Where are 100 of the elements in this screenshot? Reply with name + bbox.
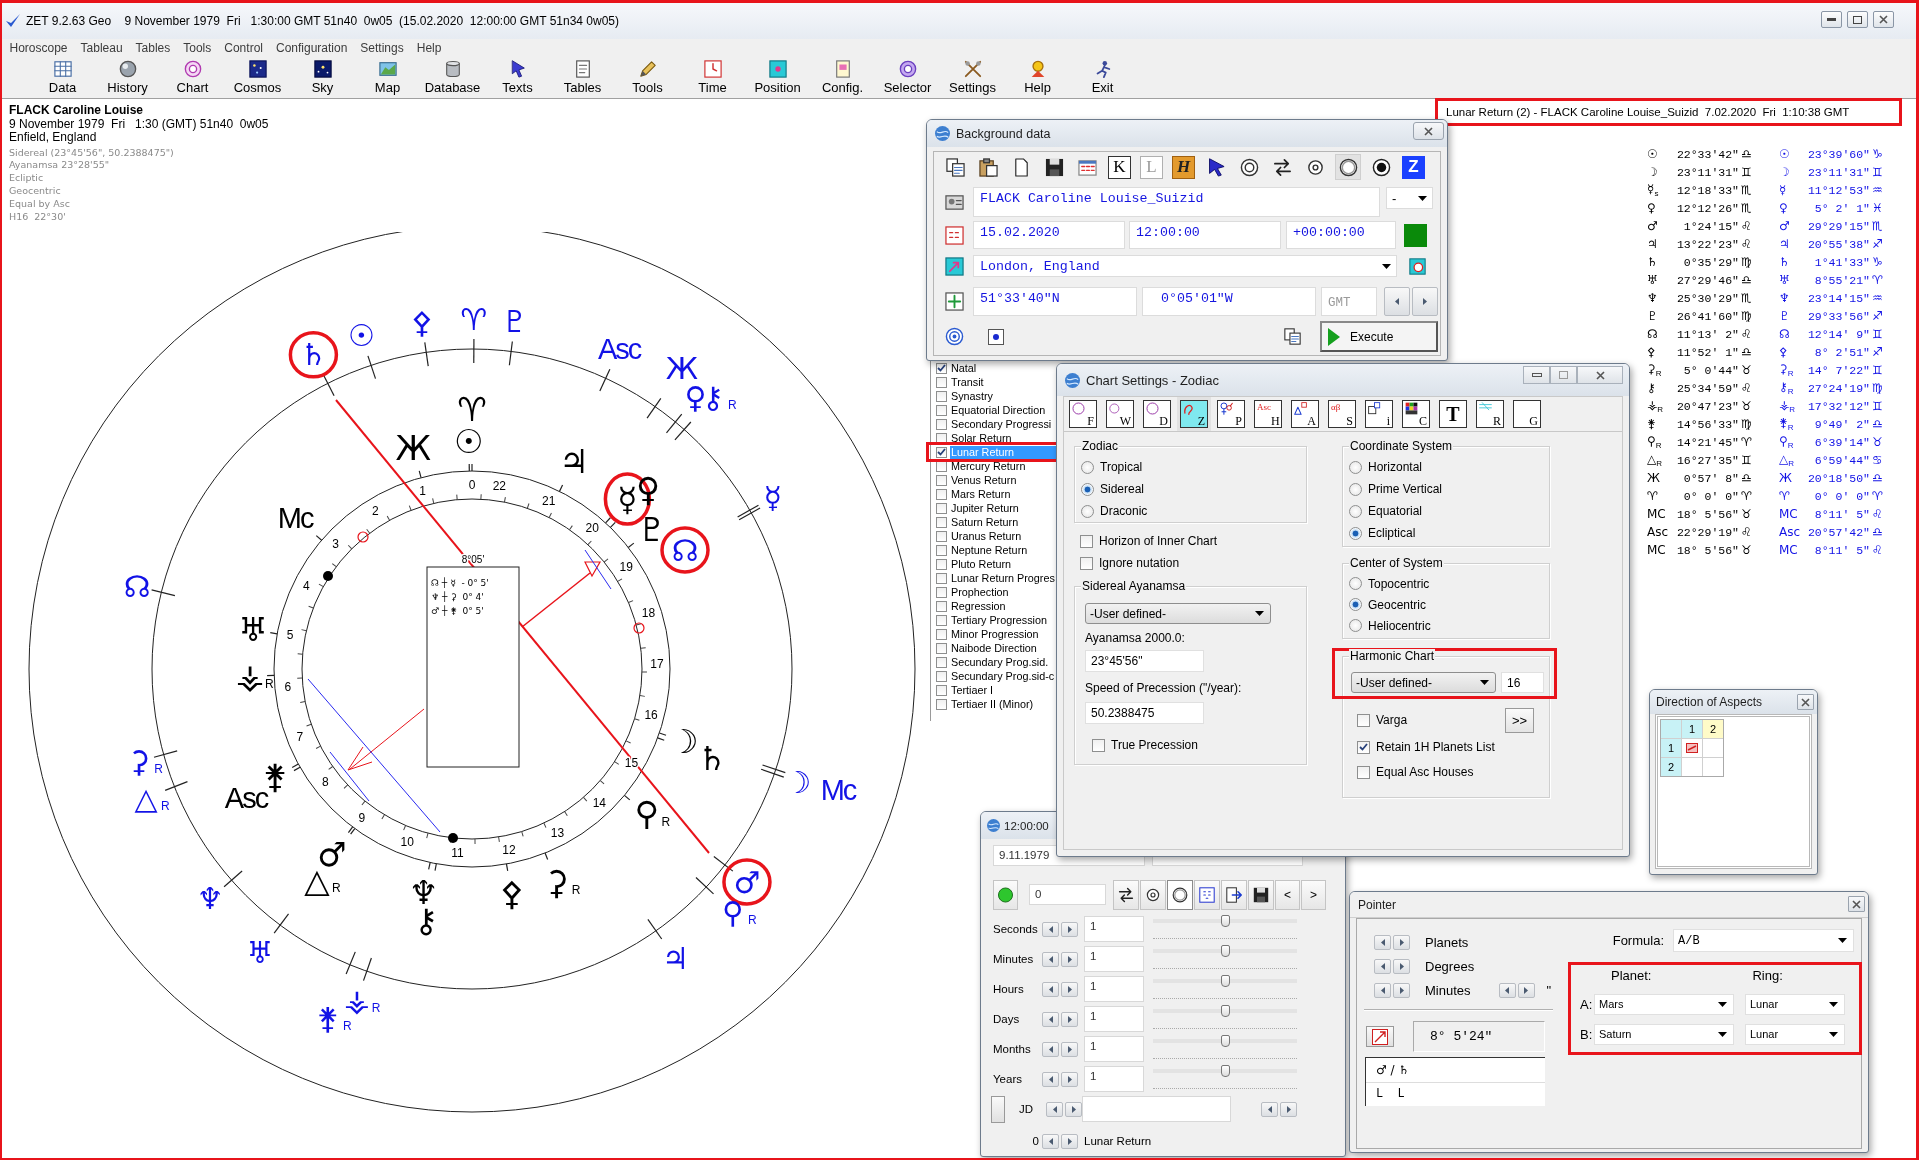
list-item[interactable]: Solar Return — [931, 431, 1058, 445]
execute-button[interactable]: Execute — [1320, 321, 1438, 352]
page-tab[interactable]: Asc H — [1254, 400, 1282, 428]
menu-item[interactable]: Horoscope — [3, 40, 75, 55]
page-tab[interactable]: Z — [1180, 400, 1208, 428]
checkbox[interactable] — [936, 544, 947, 556]
tool-button[interactable] — [1248, 879, 1274, 910]
page-tab[interactable]: A — [1291, 400, 1319, 428]
previous-button[interactable]: < — [1275, 879, 1300, 910]
step-back-button[interactable] — [1042, 1011, 1059, 1027]
radio-button[interactable] — [1349, 482, 1362, 496]
toolbar-button[interactable]: Config. — [810, 56, 875, 98]
checkbox[interactable] — [936, 502, 947, 514]
value-field[interactable]: 1 — [1084, 1066, 1144, 1092]
list-item[interactable]: Minor Progression — [931, 627, 1058, 641]
more-button[interactable]: >> — [1505, 707, 1534, 733]
list-item[interactable]: Regression — [931, 599, 1058, 613]
checkbox[interactable] — [936, 642, 947, 654]
value-field[interactable]: 1 — [1084, 916, 1144, 942]
tool-button[interactable] — [1221, 879, 1247, 910]
list-item[interactable]: Equatorial Direction — [931, 403, 1058, 417]
toolbar-button[interactable]: Settings — [940, 56, 1005, 98]
speed-field[interactable]: 50.2388475 — [1085, 702, 1204, 724]
input-field[interactable] — [1082, 1096, 1232, 1122]
formula-dropdown[interactable]: A/B — [1673, 929, 1854, 952]
page-tab[interactable]: G — [1513, 400, 1541, 428]
list-item[interactable]: Mercury Return — [931, 459, 1058, 473]
next-button[interactable]: > — [1301, 879, 1326, 910]
page-tab[interactable]: C — [1402, 400, 1430, 428]
checkbox[interactable] — [936, 418, 947, 430]
step-field[interactable]: 0 — [1029, 884, 1106, 905]
toolbar-button[interactable]: Map — [355, 56, 420, 98]
radio-option[interactable]: Sidereal — [1081, 478, 1145, 500]
page-tab[interactable]: i — [1365, 400, 1393, 428]
step-forward-button[interactable] — [1061, 1133, 1078, 1149]
list-item[interactable]: Saturn Return — [931, 515, 1058, 529]
step-forward-button[interactable] — [1061, 951, 1078, 967]
ring-dropdown[interactable]: Lunar — [1745, 1023, 1845, 1045]
toolbar-button[interactable]: Tables — [550, 56, 615, 98]
date-field[interactable]: 15.02.2020 — [973, 221, 1125, 249]
menu-item[interactable]: Settings — [353, 40, 411, 55]
close-button[interactable] — [1797, 694, 1814, 710]
checkbox[interactable] — [936, 628, 947, 640]
list-item[interactable]: Uranus Return — [931, 529, 1058, 543]
radio-button[interactable] — [1081, 460, 1094, 474]
list-item[interactable]: Tertiaer I — [931, 683, 1058, 697]
value-field[interactable]: 1 — [1084, 1036, 1144, 1062]
checkbox[interactable] — [936, 656, 947, 668]
close-button[interactable] — [1873, 11, 1894, 28]
slider-thumb[interactable] — [1221, 1035, 1230, 1047]
step-back-button[interactable] — [1042, 981, 1059, 997]
list-item[interactable]: Secundary Prog.sid-c — [931, 669, 1058, 683]
minimize-button[interactable] — [1523, 366, 1550, 384]
longitude-field[interactable]: 0°05'01"W — [1142, 287, 1316, 316]
list-item[interactable]: Pluto Return — [931, 557, 1058, 571]
checkbox[interactable] — [1357, 740, 1370, 754]
start-button[interactable] — [993, 879, 1018, 910]
slider-thumb[interactable] — [1221, 1065, 1230, 1077]
dropdown[interactable]: -User defined- — [1351, 672, 1496, 693]
dropdown[interactable]: -User defined- — [1085, 603, 1271, 624]
list-item[interactable]: Tertiary Progression — [931, 613, 1058, 627]
checkbox[interactable] — [936, 600, 947, 612]
radio-option[interactable]: Equatorial — [1349, 500, 1423, 522]
step-back-button[interactable] — [1374, 958, 1391, 974]
tool-button[interactable]: H — [1172, 155, 1195, 179]
step-forward-button[interactable] — [1393, 982, 1410, 998]
list-item[interactable]: Venus Return — [931, 473, 1058, 487]
page-tab[interactable]: F — [1069, 400, 1097, 428]
grid-cell[interactable] — [1703, 739, 1723, 757]
checkbox[interactable] — [1080, 556, 1093, 570]
tool-button[interactable] — [1335, 154, 1361, 180]
checkbox[interactable] — [936, 684, 947, 696]
checkbox[interactable] — [936, 432, 947, 444]
step-back-button[interactable] — [1046, 1101, 1064, 1117]
name-field[interactable]: FLACK Caroline Louise_Suizid — [973, 187, 1380, 217]
time-field[interactable]: 12:00:00 — [1129, 221, 1281, 249]
radio-button[interactable] — [1349, 526, 1362, 540]
timezone-field[interactable]: GMT — [1321, 287, 1377, 316]
checkbox[interactable] — [936, 586, 947, 598]
checkbox[interactable] — [936, 404, 947, 416]
toolbar-button[interactable]: Texts — [485, 56, 550, 98]
planet-dropdown[interactable]: Mars — [1594, 993, 1734, 1015]
radio-option[interactable]: Geocentric — [1349, 594, 1427, 615]
list-item[interactable]: Naibode Direction — [931, 641, 1058, 655]
toggle-button[interactable] — [991, 1095, 1005, 1123]
value-field[interactable]: 1 — [1084, 1006, 1144, 1032]
planet-dropdown[interactable]: Saturn — [1594, 1023, 1734, 1045]
step-forward-button[interactable] — [1065, 1101, 1083, 1117]
tool-button[interactable]: K — [1108, 155, 1131, 179]
tool-button[interactable] — [1140, 879, 1166, 910]
checkbox[interactable] — [936, 698, 947, 710]
grid-cell[interactable] — [1703, 758, 1723, 776]
menu-item[interactable]: Tools — [176, 40, 218, 55]
list-item[interactable]: Lunar Return Progres — [931, 571, 1058, 585]
page-tab[interactable]: T — [1439, 400, 1467, 428]
step-back-button[interactable] — [1498, 982, 1516, 998]
radio-option[interactable]: Draconic — [1081, 500, 1148, 522]
place-dropdown[interactable]: London, England — [973, 255, 1397, 277]
page-tab[interactable]: D — [1143, 400, 1171, 428]
ring-dropdown[interactable]: Lunar — [1745, 993, 1845, 1015]
